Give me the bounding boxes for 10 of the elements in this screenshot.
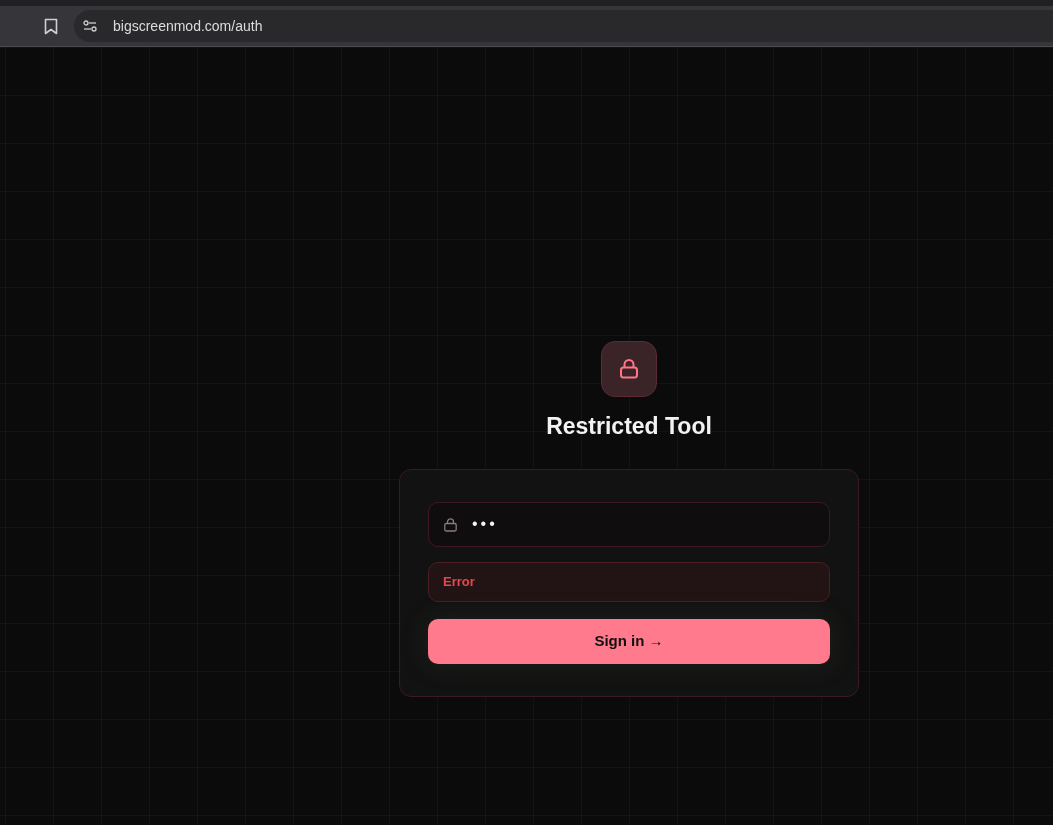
bookmark-icon[interactable] bbox=[44, 17, 58, 35]
page-title: Restricted Tool bbox=[546, 413, 712, 441]
site-settings-icon[interactable] bbox=[83, 20, 97, 32]
error-message: Error bbox=[428, 561, 830, 602]
sign-in-button[interactable]: Sign in → bbox=[428, 618, 830, 664]
password-field[interactable]: ••• bbox=[428, 501, 830, 547]
lock-icon bbox=[601, 341, 657, 397]
url-text: bigscreenmod.com/auth bbox=[113, 16, 263, 36]
lock-icon bbox=[443, 516, 458, 532]
address-bar[interactable]: bigscreenmod.com/auth bbox=[74, 10, 1053, 42]
